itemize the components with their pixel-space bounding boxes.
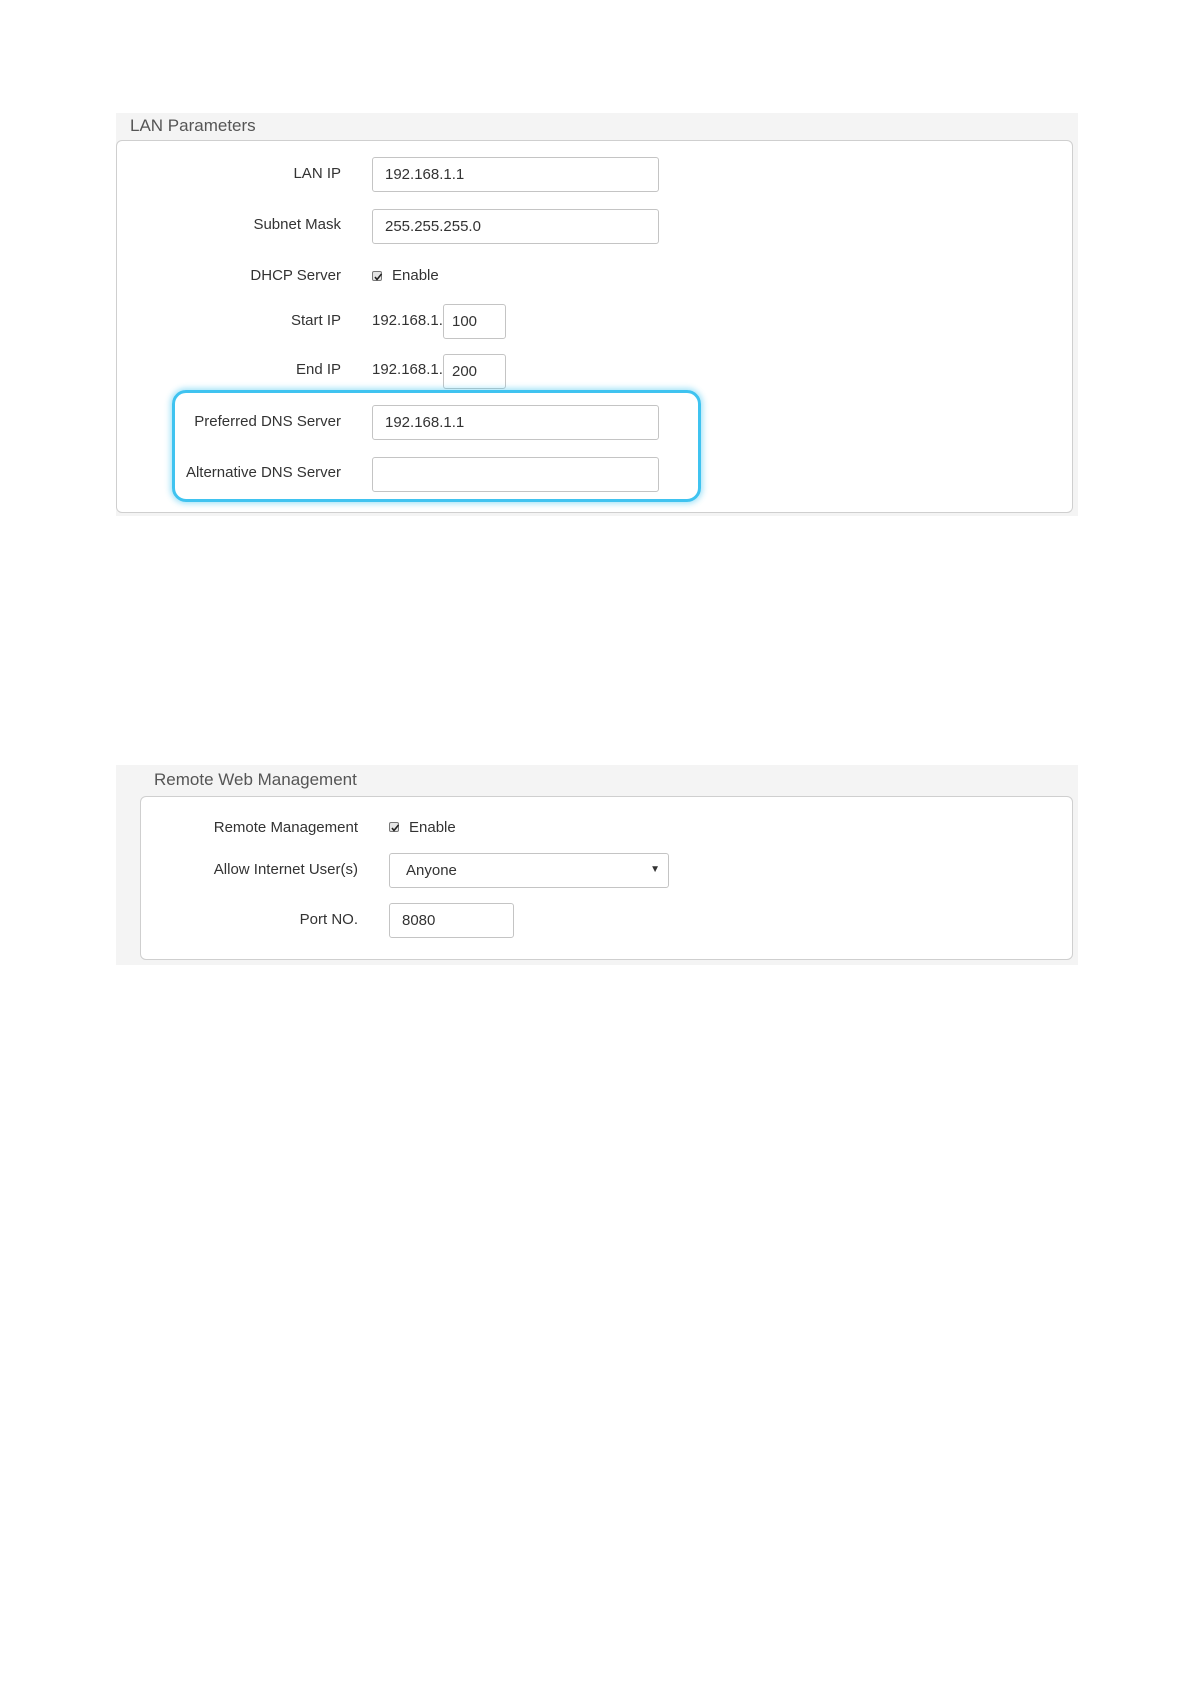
alternative-dns-input[interactable] — [372, 457, 659, 492]
remote-management-enable-label: Enable — [409, 819, 456, 836]
lan-ip-input[interactable] — [372, 157, 659, 192]
remote-management-checkbox[interactable] — [389, 822, 400, 832]
port-input[interactable] — [389, 903, 514, 938]
end-ip-prefix: 192.168.1. — [372, 361, 443, 378]
allow-internet-users-value: Anyone — [406, 862, 457, 879]
remote-management-label: Remote Management — [213, 819, 358, 836]
remote-web-management-title: Remote Web Management — [154, 770, 357, 789]
end-ip-label: End IP — [295, 361, 341, 378]
dhcp-server-label: DHCP Server — [250, 267, 341, 284]
preferred-dns-input[interactable] — [372, 405, 659, 440]
allow-internet-users-label: Allow Internet User(s) — [213, 861, 358, 878]
dhcp-enable-checkbox[interactable] — [372, 271, 383, 281]
start-ip-prefix: 192.168.1. — [372, 312, 443, 329]
start-ip-input[interactable] — [443, 304, 506, 339]
checkmark-icon — [391, 824, 400, 832]
lan-parameters-title: LAN Parameters — [130, 116, 256, 135]
checkmark-icon — [374, 273, 383, 281]
dhcp-enable-label: Enable — [392, 267, 439, 284]
lan-ip-label: LAN IP — [293, 165, 341, 182]
allow-internet-users-select[interactable]: Anyone ▼ — [389, 853, 669, 888]
subnet-mask-input[interactable] — [372, 209, 659, 244]
preferred-dns-label: Preferred DNS Server — [194, 413, 341, 430]
alternative-dns-label: Alternative DNS Server — [185, 464, 341, 481]
dropdown-caret-icon: ▼ — [650, 864, 660, 875]
port-label: Port NO. — [299, 911, 358, 928]
start-ip-label: Start IP — [290, 312, 341, 329]
subnet-mask-label: Subnet Mask — [253, 216, 341, 233]
end-ip-input[interactable] — [443, 354, 506, 389]
